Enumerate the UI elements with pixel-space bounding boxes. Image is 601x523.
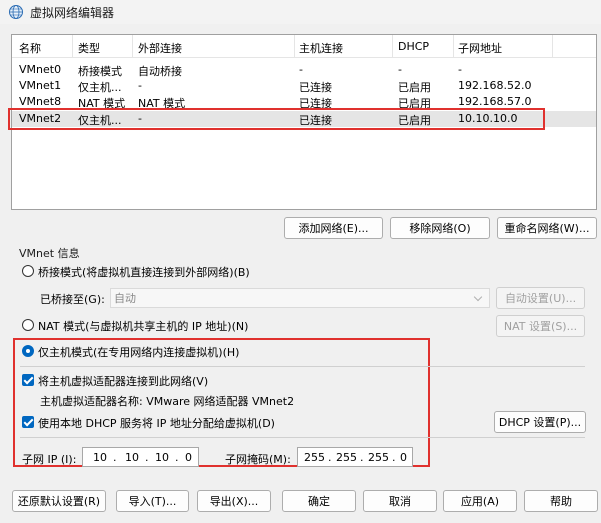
chevron-down-icon [473,292,483,302]
row-dhcp: 已启用 [398,114,431,127]
remove-network-button[interactable]: 移除网络(O) [390,217,490,239]
row-host: 已连接 [299,81,332,94]
row-name: VMnet0 [19,63,62,76]
subnet-ip-octet: 10 [93,451,107,464]
adapter-name-label: 主机虚拟适配器名称: VMware 网络适配器 VMnet2 [40,395,295,408]
table-row-selected[interactable]: VMnet2 仅主机... - 已连接 已启用 10.10.10.0 [12,111,596,127]
divider [20,366,585,367]
bridged-mode-radio[interactable] [22,265,34,277]
network-list-header: 名称 类型 外部连接 主机连接 DHCP 子网地址 [12,35,596,58]
add-network-button[interactable]: 添加网络(E)... [284,217,383,239]
subnet-ip-octet: 10 [155,451,169,464]
divider [20,437,585,438]
row-subnet: 192.168.57.0 [458,95,532,108]
globe-icon [9,5,23,19]
row-name: VMnet1 [19,79,62,92]
subnet-mask-label: 子网掩码(M): [225,453,291,466]
row-host: 已连接 [299,114,332,127]
bridged-mode-label[interactable]: 桥接模式(将虚拟机直接连接到外部网络)(B) [38,264,250,280]
row-external: - [138,112,142,125]
subnet-mask-octet: 255 [368,451,389,464]
row-subnet: 10.10.10.0 [458,112,518,125]
row-dhcp: 已启用 [398,97,431,110]
subnet-ip-field[interactable]: 10 . 10 . 10 . 0 [82,447,199,467]
nat-mode-label[interactable]: NAT 模式(与虚拟机共享主机的 IP 地址)(N) [38,318,248,334]
subnet-ip-label: 子网 IP (I): [22,453,77,466]
nat-settings-button[interactable]: NAT 设置(S)... [496,315,585,337]
subnet-mask-octet: 255 [304,451,325,464]
row-name: VMnet8 [19,95,62,108]
column-header-name[interactable]: 名称 [19,40,41,56]
vmnet-info-group-label: VMnet 信息 [19,247,80,260]
dhcp-label[interactable]: 使用本地 DHCP 服务将 IP 地址分配给虚拟机(D) [38,415,275,431]
dhcp-checkbox[interactable] [22,416,34,428]
row-dhcp: 已启用 [398,81,431,94]
bridged-to-select[interactable]: 自动 [110,288,490,308]
restore-defaults-button[interactable]: 还原默认设置(R) [12,490,106,512]
row-type: 仅主机... [78,81,122,94]
table-row[interactable]: VMnet8 NAT 模式 NAT 模式 已连接 已启用 192.168.57.… [12,94,596,110]
apply-button[interactable]: 应用(A) [443,490,517,512]
row-external: - [138,79,142,92]
auto-settings-button[interactable]: 自动设置(U)... [496,287,585,309]
connect-adapter-label[interactable]: 将主机虚拟适配器连接到此网络(V) [38,373,208,389]
row-subnet: - [458,63,462,76]
bridged-to-value: 自动 [114,292,136,305]
rename-network-button[interactable]: 重命名网络(W)... [497,217,597,239]
subnet-mask-octet: 255 [336,451,357,464]
row-external: NAT 模式 [138,97,186,110]
column-header-host[interactable]: 主机连接 [299,40,343,56]
import-button[interactable]: 导入(T)... [116,490,189,512]
bridged-to-label: 已桥接至(G): [40,293,105,306]
ok-button[interactable]: 确定 [282,490,356,512]
subnet-mask-field[interactable]: 255 . 255 . 255 . 0 [297,447,413,467]
row-dhcp: - [398,63,402,76]
network-list[interactable]: 名称 类型 外部连接 主机连接 DHCP 子网地址 VMnet0 桥接模式 自动… [11,34,597,210]
table-row[interactable]: VMnet0 桥接模式 自动桥接 - - - [12,62,596,78]
row-type: NAT 模式 [78,97,126,110]
title-bar: 虚拟网络编辑器 [0,0,601,24]
help-button[interactable]: 帮助 [524,490,598,512]
row-external: 自动桥接 [138,65,182,78]
row-name: VMnet2 [19,112,62,125]
column-header-dhcp[interactable]: DHCP [398,40,429,53]
host-only-mode-label[interactable]: 仅主机模式(在专用网络内连接虚拟机)(H) [38,344,239,360]
connect-adapter-checkbox[interactable] [22,374,34,386]
column-header-type[interactable]: 类型 [78,40,100,56]
nat-mode-radio[interactable] [22,319,34,331]
row-subnet: 192.168.52.0 [458,79,532,92]
subnet-ip-octet: 10 [125,451,139,464]
row-host: - [299,63,303,76]
export-button[interactable]: 导出(X)... [197,490,271,512]
window-title: 虚拟网络编辑器 [30,5,115,20]
row-host: 已连接 [299,97,332,110]
dhcp-settings-button[interactable]: DHCP 设置(P)... [494,411,586,433]
host-only-mode-radio[interactable] [22,345,34,357]
row-type: 仅主机... [78,114,122,127]
row-type: 桥接模式 [78,65,122,78]
cancel-button[interactable]: 取消 [363,490,437,512]
table-row[interactable]: VMnet1 仅主机... - 已连接 已启用 192.168.52.0 [12,78,596,94]
subnet-mask-octet: 0 [400,451,407,464]
subnet-ip-octet: 0 [185,451,192,464]
column-header-subnet[interactable]: 子网地址 [458,40,502,56]
column-header-external[interactable]: 外部连接 [138,40,182,56]
